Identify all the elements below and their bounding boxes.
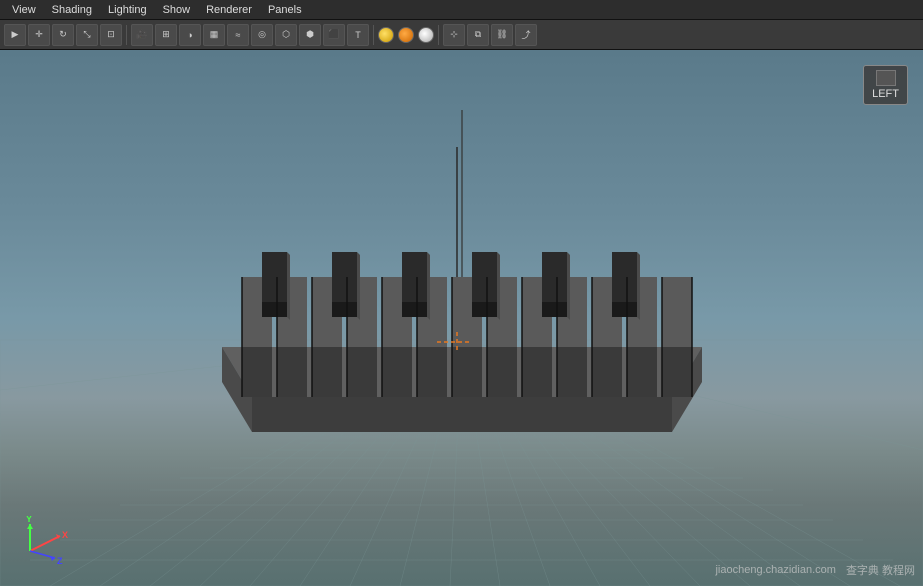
cursor-btn[interactable]: ⊹: [443, 24, 465, 46]
duplicate-btn[interactable]: ⧉: [467, 24, 489, 46]
viewport[interactable]: .grid-line { stroke: #7a9595; stroke-wid…: [0, 50, 923, 586]
wire-btn[interactable]: ⬢: [299, 24, 321, 46]
sep2: [373, 25, 374, 45]
link-btn[interactable]: ⛓: [491, 24, 513, 46]
camera-btn[interactable]: 🎥: [131, 24, 153, 46]
menu-renderer[interactable]: Renderer: [198, 2, 260, 18]
grid-btn[interactable]: ⊞: [155, 24, 177, 46]
watermark: jiaocheng.chazidian.com 查字典 教程网: [715, 562, 915, 578]
share-btn[interactable]: ⤴: [515, 24, 537, 46]
snap-btn[interactable]: ⊡: [100, 24, 122, 46]
axis-indicator: X Y Z: [20, 516, 60, 556]
menu-panels[interactable]: Panels: [260, 2, 310, 18]
svg-text:Z: Z: [57, 556, 63, 566]
scale-tool-btn[interactable]: ⤡: [76, 24, 98, 46]
isolate-btn[interactable]: ◎: [251, 24, 273, 46]
menu-show[interactable]: Show: [155, 2, 199, 18]
text-btn[interactable]: T: [347, 24, 369, 46]
move-tool-btn[interactable]: ✛: [28, 24, 50, 46]
menu-shading[interactable]: Shading: [44, 2, 100, 18]
watermark-url: jiaocheng.chazidian.com: [715, 564, 835, 576]
toolbar: ▶ ✛ ↻ ⤡ ⊡ 🎥 ⊞ ◑ ▦ ≈ ◎ ⬡ ⬢ ⬛ T ⊹ ⧉ ⛓ ⤴: [0, 20, 923, 50]
render-shading-btn[interactable]: ◑: [179, 24, 201, 46]
svg-text:Y: Y: [26, 516, 32, 524]
sep3: [438, 25, 439, 45]
watermark-label: 查字典 教程网: [846, 562, 915, 578]
select-tool-btn[interactable]: ▶: [4, 24, 26, 46]
light-yellow-btn[interactable]: [378, 27, 394, 43]
view-label: LEFT: [863, 65, 908, 105]
piano-3d-model: .key-top { fill: #5a5a5a; } .key-front {…: [162, 147, 762, 467]
left-view-text: LEFT: [872, 88, 899, 100]
light-orange-btn[interactable]: [398, 27, 414, 43]
view-cube-icon: [876, 70, 896, 86]
svg-text:X: X: [62, 530, 68, 540]
menu-lighting[interactable]: Lighting: [100, 2, 155, 18]
light-white-btn[interactable]: [418, 27, 434, 43]
xray-btn[interactable]: ⬡: [275, 24, 297, 46]
texture-btn[interactable]: ▦: [203, 24, 225, 46]
menu-bar: View Shading Lighting Show Renderer Pane…: [0, 0, 923, 20]
smooth-btn[interactable]: ≈: [227, 24, 249, 46]
menu-view[interactable]: View: [4, 2, 44, 18]
rotate-tool-btn[interactable]: ↻: [52, 24, 74, 46]
sep1: [126, 25, 127, 45]
solid-btn[interactable]: ⬛: [323, 24, 345, 46]
